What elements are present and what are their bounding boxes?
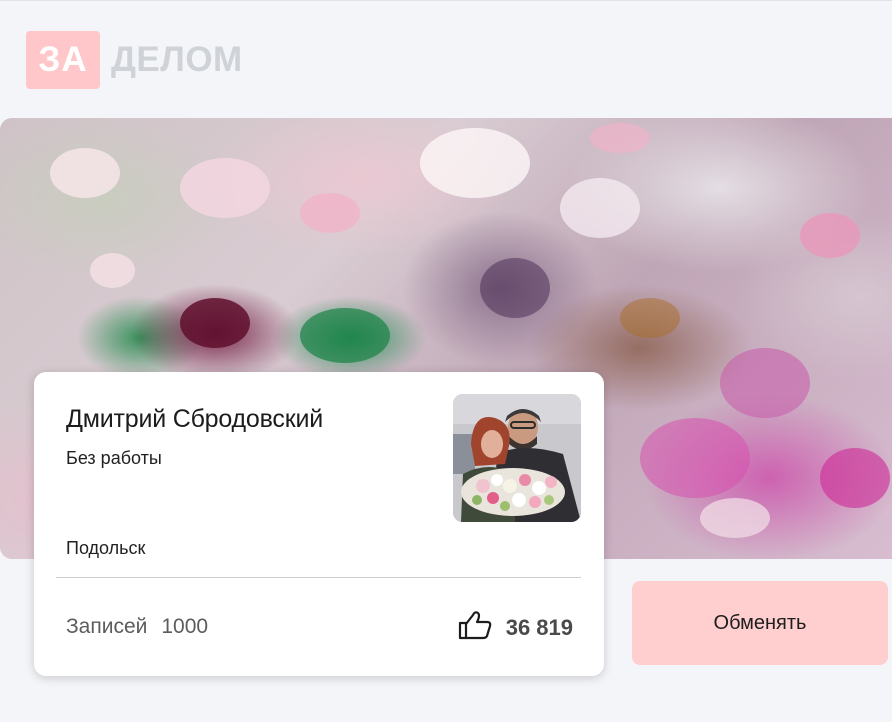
profile-name[interactable]: Дмитрий Сбродовский xyxy=(66,405,323,434)
logo-mark: ЗА xyxy=(26,31,100,89)
top-border xyxy=(0,0,892,1)
posts-label: Записей xyxy=(66,615,148,638)
thumbs-up-icon[interactable] xyxy=(458,609,492,646)
profile-card: Дмитрий Сбродовский Без работы Подольск … xyxy=(34,372,604,676)
exchange-button[interactable]: Обменять xyxy=(632,581,888,665)
avatar[interactable] xyxy=(453,394,581,522)
likes-count: 36 819 xyxy=(505,614,573,640)
logo-text: ДЕЛОМ xyxy=(111,40,243,79)
card-divider xyxy=(56,577,581,578)
avatar-photo xyxy=(453,394,581,522)
profile-status: Без работы xyxy=(66,448,162,468)
posts-count: 1000 xyxy=(161,615,209,638)
site-logo[interactable]: ЗА ДЕЛОМ xyxy=(26,31,243,89)
profile-city: Подольск xyxy=(66,538,146,558)
likes-stat[interactable]: 36 819 xyxy=(458,609,573,646)
posts-stat[interactable]: Записей 1000 xyxy=(66,615,208,639)
